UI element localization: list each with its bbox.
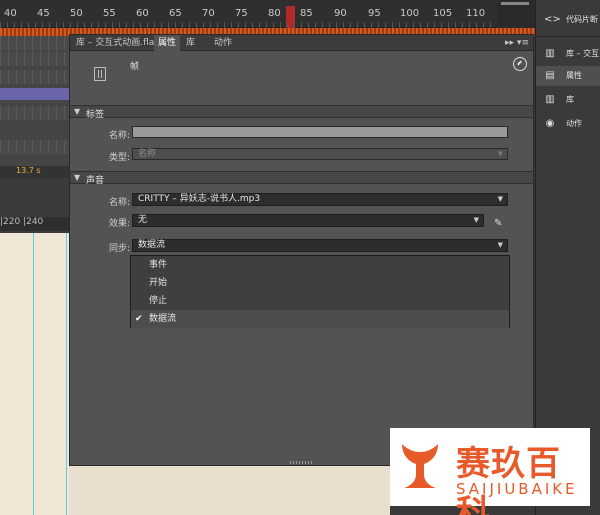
section-label-header[interactable]: ▼ 标签 bbox=[70, 105, 533, 120]
ruler-number: 110 bbox=[466, 8, 486, 19]
ruler-number: 45 bbox=[37, 8, 50, 19]
collapse-triangle-icon: ▼ bbox=[74, 107, 81, 116]
library-icon: ▥ bbox=[545, 94, 555, 105]
panel-menu-icon[interactable]: ▸▸ ▾≡ bbox=[505, 35, 529, 51]
edit-pencil-icon[interactable]: ✎ bbox=[494, 218, 502, 229]
sync-dropdown-menu: 事件 开始 停止 ✔ 数据流 bbox=[130, 255, 510, 328]
dock-item-label: 库 bbox=[566, 95, 574, 104]
menu-item-label: 开始 bbox=[149, 278, 168, 288]
sound-name-select[interactable]: CRITTY – 异妖志-说书人.mp3 ▼ bbox=[132, 193, 508, 206]
frame-type-label: 帧 bbox=[130, 62, 140, 72]
help-compass-icon[interactable] bbox=[513, 57, 527, 71]
chevron-down-icon: ▼ bbox=[497, 150, 503, 158]
chevron-down-icon: ▼ bbox=[497, 241, 503, 249]
tab-library-file[interactable]: 库 – 交互式动画.fla bbox=[72, 35, 158, 51]
menu-item-event[interactable]: 事件 bbox=[131, 256, 509, 274]
stage-ruler: |220 |240 bbox=[0, 217, 70, 231]
stage-canvas[interactable] bbox=[0, 233, 70, 515]
section-sound-header[interactable]: ▼ 声音 bbox=[70, 171, 533, 186]
dock-item-label: 代码片断 bbox=[566, 15, 598, 24]
sound-name-caption: 名称: bbox=[108, 198, 130, 208]
dock-item-label: 动作 bbox=[566, 119, 582, 128]
ruler-number: 65 bbox=[169, 8, 182, 19]
chevron-down-icon: ▼ bbox=[497, 195, 503, 203]
guide-line[interactable] bbox=[33, 233, 34, 515]
sync-value: 数据流 bbox=[138, 240, 166, 250]
section-title: 声音 bbox=[86, 176, 105, 186]
dock-item-label: 库 – 交互 bbox=[566, 49, 600, 58]
whale-tail-logo-icon bbox=[402, 444, 438, 488]
frame-icon bbox=[94, 67, 106, 81]
ruler-number: 50 bbox=[70, 8, 83, 19]
menu-item-label: 停止 bbox=[149, 296, 168, 306]
time-readout: 13.7 s bbox=[0, 166, 70, 178]
ruler-number: 60 bbox=[136, 8, 149, 19]
actions-icon: ◉ bbox=[545, 118, 555, 129]
tween-span[interactable] bbox=[0, 88, 70, 100]
timeline-scrollbar[interactable] bbox=[497, 0, 535, 28]
guide-line[interactable] bbox=[66, 233, 67, 515]
menu-item-stream[interactable]: ✔ 数据流 bbox=[131, 310, 509, 328]
section-title: 标签 bbox=[86, 110, 105, 120]
label-name-caption: 名称: bbox=[108, 131, 130, 141]
timeline-layers[interactable] bbox=[0, 36, 70, 166]
menu-item-stop[interactable]: 停止 bbox=[131, 292, 509, 310]
ruler-number: 90 bbox=[334, 8, 347, 19]
resize-grip[interactable] bbox=[290, 461, 314, 464]
sync-caption: 同步: bbox=[108, 244, 130, 254]
ruler-number: 100 bbox=[400, 8, 420, 19]
layer-row[interactable] bbox=[0, 36, 70, 50]
ruler-number: 55 bbox=[103, 8, 116, 19]
ruler-number: 75 bbox=[235, 8, 248, 19]
effect-caption: 效果: bbox=[108, 219, 130, 229]
dock-item-code-snippets[interactable]: <> 代码片断 bbox=[536, 10, 600, 30]
ruler-number: 85 bbox=[300, 8, 313, 19]
watermark-chinese: 赛玖百科 bbox=[456, 444, 561, 515]
tab-library[interactable]: 库 bbox=[182, 35, 199, 51]
layer-row[interactable] bbox=[0, 70, 70, 84]
ruler-number: 40 bbox=[4, 8, 17, 19]
library-doc-icon: ▥ bbox=[545, 48, 555, 59]
dock-divider bbox=[536, 36, 600, 37]
properties-panel: 库 – 交互式动画.fla 属性 库 动作 ▸▸ ▾≡ 帧 ▼ 标签 名称: 类… bbox=[69, 34, 534, 466]
sync-select[interactable]: 数据流 ▼ bbox=[132, 239, 508, 252]
collapse-triangle-icon: ▼ bbox=[74, 173, 81, 182]
menu-item-start[interactable]: 开始 bbox=[131, 274, 509, 292]
tab-properties[interactable]: 属性 bbox=[154, 35, 181, 51]
layer-row[interactable] bbox=[0, 52, 70, 66]
sound-name-value: CRITTY – 异妖志-说书人.mp3 bbox=[138, 194, 261, 204]
menu-item-label: 事件 bbox=[149, 260, 168, 270]
watermark-english: SAIJIUBAIKE bbox=[456, 480, 578, 498]
panel-tabs: 库 – 交互式动画.fla 属性 库 动作 ▸▸ ▾≡ bbox=[70, 35, 533, 51]
dock-item-library-file[interactable]: ▥ 库 – 交互 bbox=[536, 44, 600, 64]
ruler-number: 105 bbox=[433, 8, 453, 19]
layer-row[interactable] bbox=[0, 106, 70, 120]
ruler-number: 70 bbox=[202, 8, 215, 19]
watermark-logo: 赛玖百科 SAIJIUBAIKE bbox=[390, 428, 590, 515]
scroll-thumb[interactable] bbox=[501, 2, 529, 5]
effect-value: 无 bbox=[138, 215, 148, 225]
dock-item-library[interactable]: ▥ 库 bbox=[536, 90, 600, 110]
label-type-value: 名称 bbox=[138, 149, 157, 159]
ruler-number: 95 bbox=[368, 8, 381, 19]
dock-item-label: 属性 bbox=[566, 71, 582, 80]
frame-ruler[interactable]: 40 45 50 55 60 65 70 75 80 85 90 95 100 … bbox=[0, 0, 535, 28]
label-type-select[interactable]: 名称 ▼ bbox=[132, 148, 508, 160]
code-snippets-icon: <> bbox=[544, 14, 561, 25]
layer-row[interactable] bbox=[0, 140, 70, 154]
label-name-input[interactable] bbox=[132, 126, 508, 138]
tab-actions[interactable]: 动作 bbox=[210, 35, 236, 51]
menu-item-label: 数据流 bbox=[149, 314, 177, 324]
stage-canvas-bottom bbox=[69, 466, 390, 515]
properties-icon: ▤ bbox=[545, 70, 555, 81]
label-type-caption: 类型: bbox=[108, 153, 130, 163]
dock-item-actions[interactable]: ◉ 动作 bbox=[536, 114, 600, 134]
effect-select[interactable]: 无 ▼ bbox=[132, 214, 484, 227]
checkmark-icon: ✔ bbox=[135, 314, 143, 324]
dock-item-properties[interactable]: ▤ 属性 bbox=[536, 66, 600, 86]
current-time: 13.7 s bbox=[16, 166, 41, 175]
ruler-number: 80 bbox=[268, 8, 281, 19]
chevron-down-icon: ▼ bbox=[473, 216, 479, 224]
